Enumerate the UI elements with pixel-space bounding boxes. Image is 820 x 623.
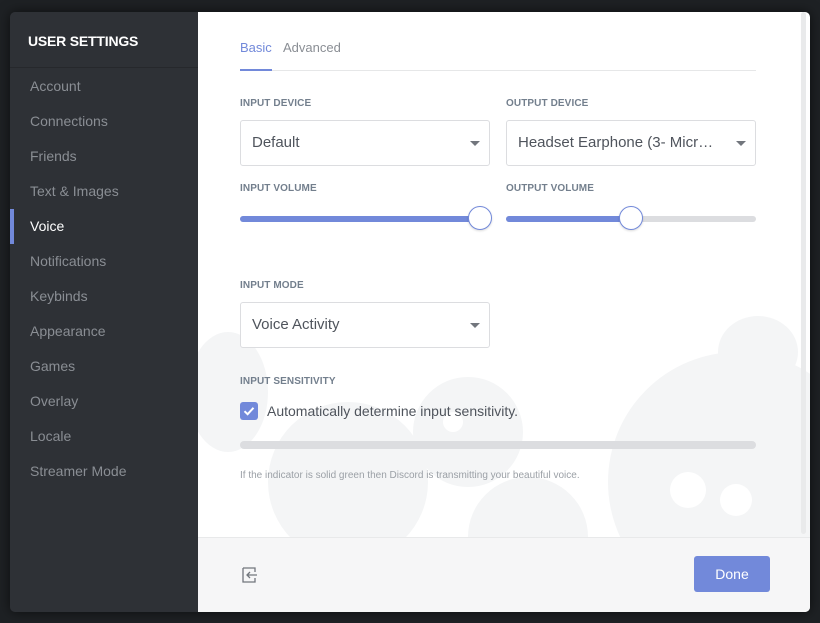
slider-knob[interactable] [619, 206, 643, 230]
sidebar-item-overlay[interactable]: Overlay [10, 384, 198, 419]
auto-sensitivity-label: Automatically determine input sensitivit… [267, 403, 519, 419]
auto-sensitivity-checkbox[interactable] [240, 402, 258, 420]
input-device-select[interactable]: Default [240, 120, 490, 166]
sidebar: USER SETTINGS Account Connections Friend… [10, 12, 198, 612]
sidebar-item-voice[interactable]: Voice [10, 209, 198, 244]
sidebar-item-streamer-mode[interactable]: Streamer Mode [10, 454, 198, 489]
input-volume-label: INPUT VOLUME [240, 183, 317, 194]
slider-fill [506, 216, 631, 222]
chevron-down-icon [470, 323, 480, 328]
sidebar-item-notifications[interactable]: Notifications [10, 244, 198, 279]
tab-basic[interactable]: Basic [240, 40, 272, 71]
input-mode-value: Voice Activity [252, 316, 340, 333]
input-mode-label: INPUT MODE [240, 280, 304, 291]
slider-knob[interactable] [468, 206, 492, 230]
sidebar-item-games[interactable]: Games [10, 349, 198, 384]
settings-content: Basic Advanced INPUT DEVICE Default OUTP… [198, 12, 810, 612]
slider-fill [240, 216, 480, 222]
footer: Done [198, 537, 810, 612]
input-sensitivity-label: INPUT SENSITIVITY [240, 376, 336, 387]
chevron-down-icon [736, 141, 746, 146]
voice-settings-panel: Basic Advanced INPUT DEVICE Default OUTP… [198, 12, 810, 537]
input-device-label: INPUT DEVICE [240, 98, 312, 109]
output-volume-slider[interactable] [506, 206, 756, 232]
sidebar-item-friends[interactable]: Friends [10, 139, 198, 174]
settings-modal: USER SETTINGS Account Connections Friend… [10, 12, 810, 612]
tab-bar: Basic Advanced [240, 40, 756, 71]
scrollbar[interactable] [801, 12, 806, 534]
sensitivity-meter [240, 441, 756, 449]
tab-advanced[interactable]: Advanced [283, 40, 341, 70]
output-volume-label: OUTPUT VOLUME [506, 183, 594, 194]
sidebar-item-locale[interactable]: Locale [10, 419, 198, 454]
output-device-select[interactable]: Headset Earphone (3- Microsoft LifeChat … [506, 120, 756, 166]
done-button[interactable]: Done [694, 556, 770, 592]
logout-icon[interactable] [240, 565, 260, 585]
checkmark-icon [243, 407, 255, 416]
input-mode-select[interactable]: Voice Activity [240, 302, 490, 348]
output-device-value: Headset Earphone (3- Microsoft LifeChat … [518, 134, 719, 151]
chevron-down-icon [470, 141, 480, 146]
input-device-value: Default [252, 134, 300, 151]
sidebar-item-text-images[interactable]: Text & Images [10, 174, 198, 209]
sensitivity-hint: If the indicator is solid green then Dis… [240, 470, 580, 481]
sidebar-title: USER SETTINGS [10, 12, 198, 68]
sidebar-item-appearance[interactable]: Appearance [10, 314, 198, 349]
output-device-label: OUTPUT DEVICE [506, 98, 589, 109]
sidebar-nav: Account Connections Friends Text & Image… [10, 68, 198, 489]
sidebar-item-connections[interactable]: Connections [10, 104, 198, 139]
sidebar-item-account[interactable]: Account [10, 69, 198, 104]
input-volume-slider[interactable] [240, 206, 492, 232]
sidebar-item-keybinds[interactable]: Keybinds [10, 279, 198, 314]
